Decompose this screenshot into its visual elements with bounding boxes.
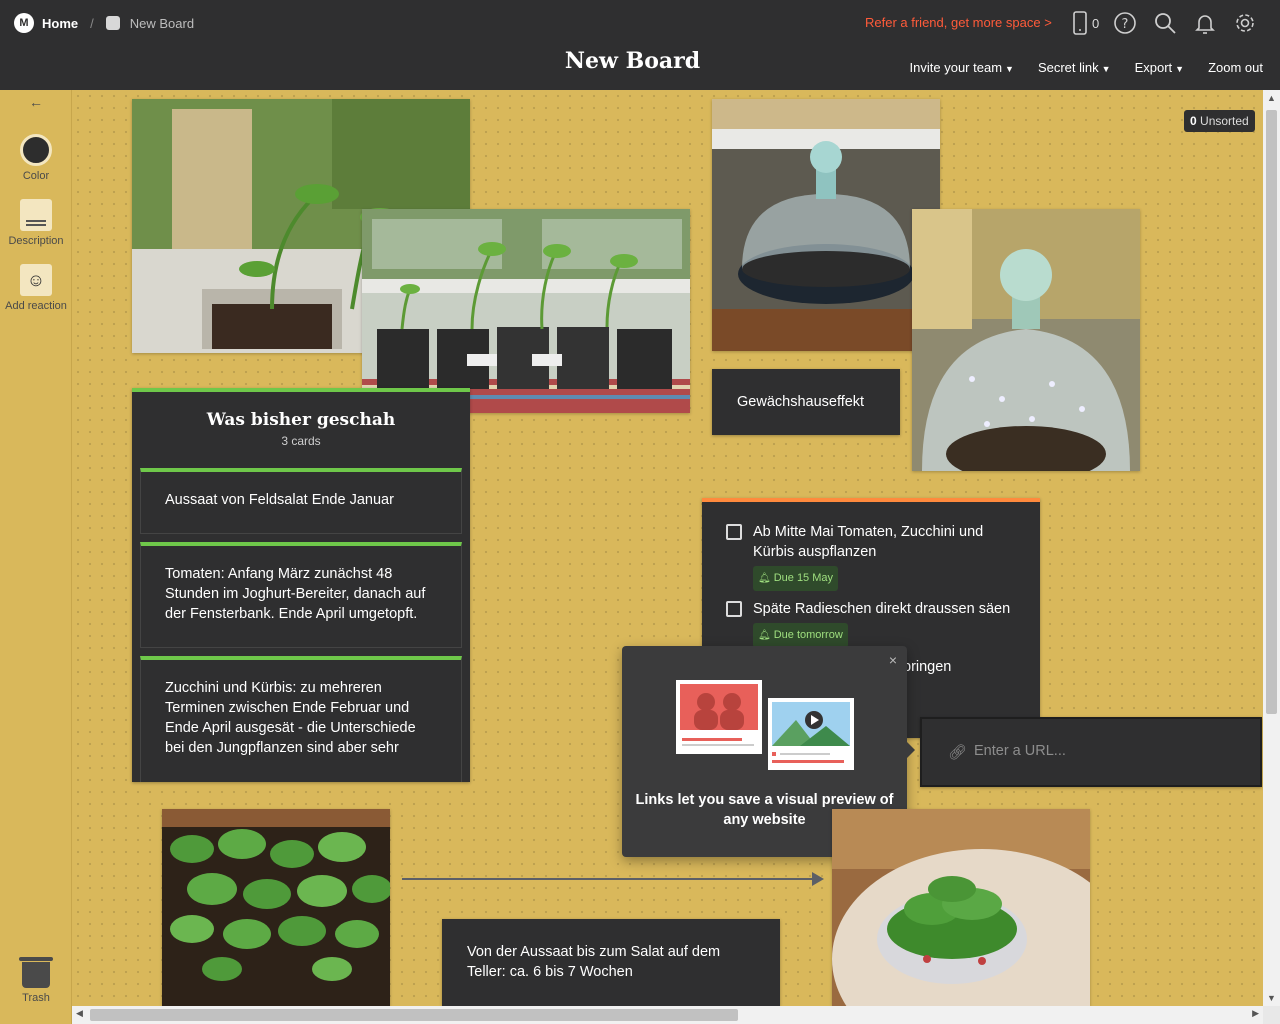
chevron-down-icon: ▼ [1101, 64, 1111, 74]
photo-salad-colander[interactable] [832, 809, 1090, 1006]
photo-glass-cloche[interactable] [712, 99, 940, 351]
export-label: Export [1134, 60, 1173, 75]
todo-checkbox[interactable] [726, 524, 742, 540]
breadcrumb-board[interactable]: New Board [130, 16, 194, 31]
photo-plants-cups-image [362, 209, 690, 413]
note-salad-text: Von der Aussaat bis zum Salat auf dem Te… [467, 944, 721, 980]
due-date-badge[interactable]: 🔔︎ Due 15 May [753, 566, 839, 591]
top-bar: M Home / New Board Refer a friend, get m… [0, 0, 1280, 90]
vertical-scroll-thumb[interactable] [1266, 110, 1277, 714]
top-icons: 0 ? [1072, 9, 1259, 37]
collapse-arrow-icon[interactable]: ← [0, 94, 72, 110]
left-toolbar: ← Color Description ☺ Add reaction Trash [0, 90, 72, 1024]
column-card-text: Aussaat von Feldsalat Ende Januar [165, 492, 394, 508]
unsorted-badge[interactable]: 0 Unsorted [1184, 110, 1255, 132]
trash-icon [19, 957, 53, 988]
todo-item[interactable]: Ab Mitte Mai Tomaten, Zucchini und Kürbi… [726, 522, 1016, 591]
unsorted-label: Unsorted [1200, 114, 1249, 128]
device-button[interactable]: 0 [1072, 11, 1099, 35]
scrollbar-corner [1263, 1006, 1280, 1024]
column-card[interactable]: Zucchini und Kürbis: zu mehreren Termine… [140, 656, 462, 782]
emoji-add-icon: ☺ [20, 264, 52, 296]
bell-icon: 🔔︎ [758, 573, 771, 584]
breadcrumb: M Home / New Board [14, 12, 194, 34]
breadcrumb-separator: / [90, 15, 94, 31]
refer-friend-link[interactable]: Refer a friend, get more space > [865, 15, 1052, 30]
photo-radish-sprouts-image [162, 809, 390, 1006]
secret-link-label: Secret link [1037, 60, 1099, 75]
photo-glass-cloche-image [712, 99, 940, 351]
phone-icon [1073, 11, 1087, 35]
color-swatch-icon [20, 134, 52, 166]
device-count: 0 [1092, 15, 1100, 31]
trash-label: Trash [22, 992, 50, 1004]
photo-radish-sprouts[interactable] [162, 809, 390, 1006]
column-card-count: 3 cards [281, 434, 321, 448]
secret-link-button[interactable]: Secret link ▼ [1038, 60, 1111, 75]
column-card-text: Zucchini und Kürbis: zu mehreren Termine… [165, 680, 416, 756]
help-icon[interactable]: ? [1111, 9, 1139, 37]
board-canvas[interactable]: Gewächshauseffekt 0 Unsorted Was bisher … [72, 90, 1263, 1006]
add-reaction-label: Add reaction [5, 300, 67, 312]
url-card[interactable]: 🔗︎ [920, 717, 1262, 787]
connector-line[interactable] [402, 878, 817, 880]
scroll-left-icon[interactable]: ◀ [76, 1008, 83, 1019]
invite-team-label: Invite your team [909, 60, 1003, 75]
add-reaction-tool[interactable]: ☺ Add reaction [0, 264, 72, 312]
photo-salad-colander-image [832, 809, 1090, 1006]
description-icon [20, 199, 52, 231]
scroll-right-icon[interactable]: ▶ [1252, 1008, 1259, 1019]
home-logo-icon[interactable]: M [14, 13, 34, 33]
due-date-text: Due 15 May [773, 572, 834, 584]
note-greenhouse[interactable]: Gewächshauseffekt [712, 369, 900, 435]
invite-team-button[interactable]: Invite your team ▼ [910, 60, 1014, 75]
scroll-down-icon[interactable]: ▼ [1263, 993, 1280, 1003]
color-tool-label: Color [22, 170, 50, 182]
board-icon [105, 16, 120, 30]
todo-text: bringen [903, 659, 952, 675]
description-tool-label: Description [8, 235, 64, 247]
unsorted-count: 0 [1190, 114, 1197, 128]
photo-plants-cups[interactable] [362, 209, 690, 413]
bell-icon: 🔔︎ [758, 630, 771, 641]
scroll-up-icon[interactable]: ▲ [1263, 93, 1280, 103]
svg-text:?: ? [1122, 17, 1129, 32]
due-date-badge[interactable]: 🔔︎ Due tomorrow [753, 623, 848, 648]
column-card-text: Tomaten: Anfang März zunächst 48 Stunden… [165, 566, 426, 622]
note-greenhouse-text: Gewächshauseffekt [737, 394, 865, 410]
photo-condensation-cloche[interactable] [912, 209, 1140, 471]
todo-text: Ab Mitte Mai Tomaten, Zucchini und Kürbi… [753, 524, 984, 560]
board-menu: Invite your team ▼ Secret link ▼ Export ▼ Z… [910, 60, 1263, 75]
column-card[interactable]: Aussaat von Feldsalat Ende Januar [140, 468, 462, 534]
search-icon[interactable] [1151, 9, 1179, 37]
breadcrumb-home[interactable]: Home [42, 16, 78, 31]
gear-icon[interactable] [1231, 9, 1259, 37]
url-input[interactable] [946, 743, 1236, 759]
column-card[interactable]: Tomaten: Anfang März zunächst 48 Stunden… [140, 542, 462, 648]
link-preview-illustration [676, 680, 854, 770]
chevron-down-icon: ▼ [1175, 64, 1185, 74]
connector-arrowhead-icon [812, 872, 824, 886]
photo-condensation-cloche-image [912, 209, 1140, 471]
horizontal-scroll-thumb[interactable] [90, 1009, 738, 1021]
description-tool[interactable]: Description [0, 199, 72, 247]
bell-icon[interactable] [1191, 9, 1219, 37]
column-title: Was bisher geschah [206, 410, 396, 430]
export-button[interactable]: Export ▼ [1135, 60, 1185, 75]
horizontal-scrollbar[interactable]: ◀ ▶ [72, 1006, 1263, 1024]
vertical-scrollbar[interactable]: ▲ ▼ [1263, 90, 1280, 1006]
todo-checkbox[interactable] [726, 601, 742, 617]
zoom-out-button[interactable]: Zoom out [1208, 60, 1263, 75]
todo-item[interactable]: Späte Radieschen direkt draussen säen 🔔︎… [726, 599, 1016, 648]
due-date-text: Due tomorrow [773, 629, 843, 641]
column-was-bisher-geschah[interactable]: Was bisher geschah 3 cards Aussaat von F… [132, 388, 470, 782]
note-salad-timeline[interactable]: Von der Aussaat bis zum Salat auf dem Te… [442, 919, 780, 1006]
zoom-out-label: Zoom out [1208, 60, 1263, 75]
todo-text: Späte Radieschen direkt draussen säen [753, 601, 1011, 617]
color-tool[interactable]: Color [0, 134, 72, 182]
close-icon[interactable]: × [889, 652, 897, 668]
chevron-down-icon: ▼ [1005, 64, 1014, 74]
trash-tool[interactable]: Trash [0, 957, 72, 1004]
